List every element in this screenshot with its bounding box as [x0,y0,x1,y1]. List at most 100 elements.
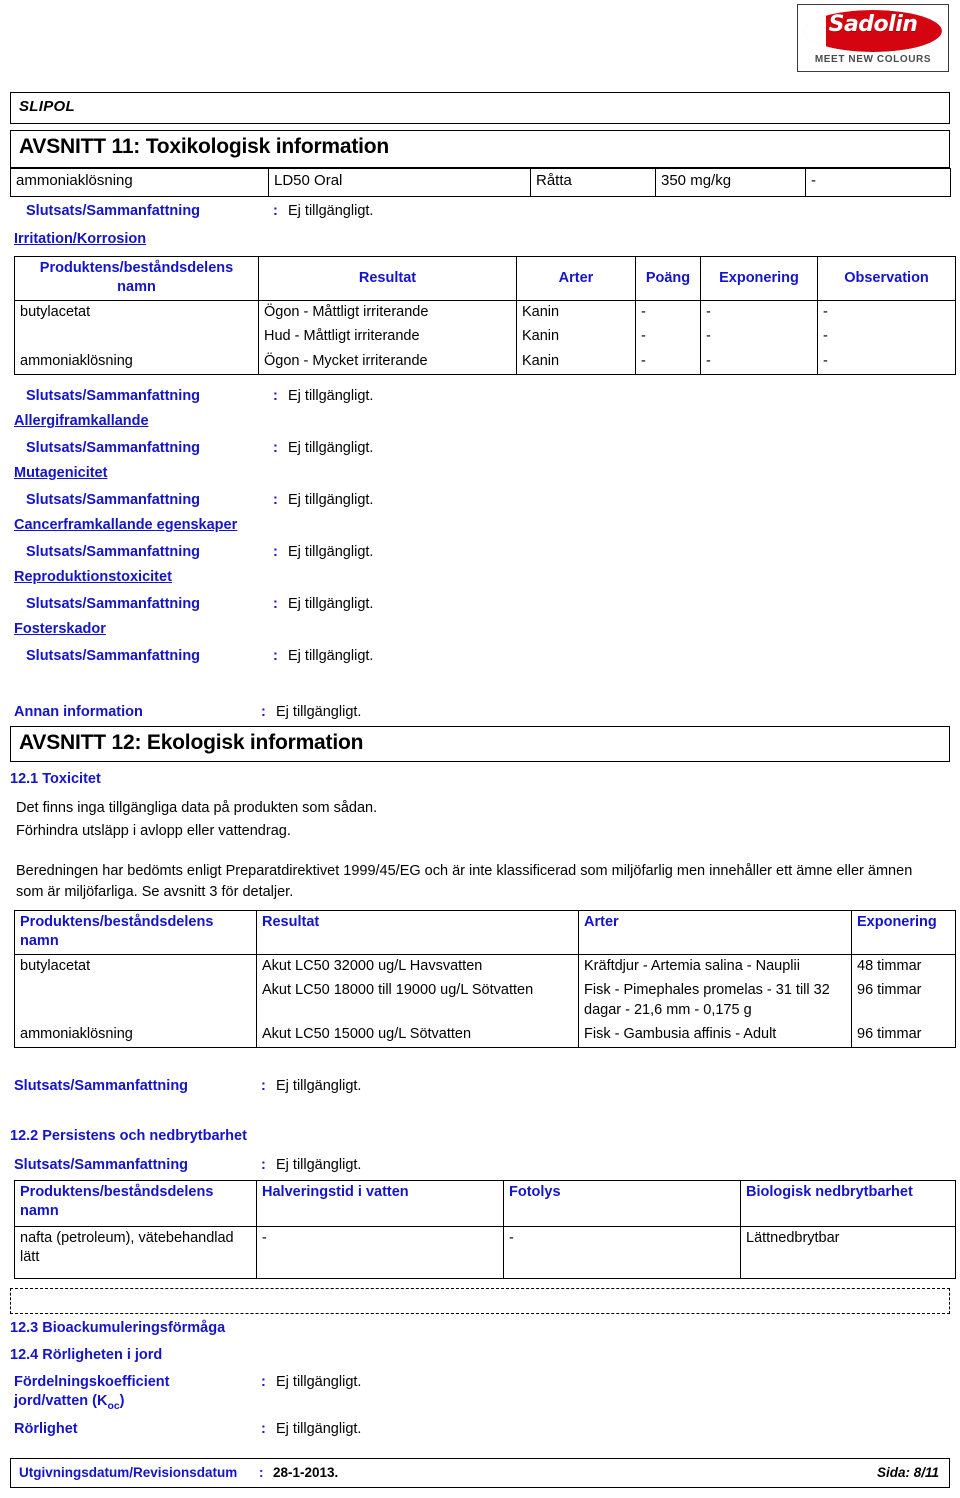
cell-result: LD50 Oral [268,168,531,197]
cell-result: Akut LC50 32000 ug/L Havsvatten [256,954,579,980]
colon-separator: : [273,203,278,219]
cell-component-name: butylacetat [14,954,257,1023]
table-header-row: Produktens/beståndsdelens namn Halvering… [14,1180,956,1227]
issue-revision-date-label: Utgivningsdatum/Revisionsdatum [19,1465,238,1480]
colon-separator: : [261,704,266,720]
colon-separator: : [273,596,278,612]
heading-12-3-bioaccumulation: 12.3 Bioackumuleringsförmåga [10,1320,226,1336]
sds-page: Sadolin MEET NEW COLOURS SLIPOL AVSNITT … [0,0,960,1498]
toxicity-intro-line-1: Det finns inga tillgängliga data på prod… [16,800,378,816]
heading-12-1-toxicity: 12.1 Toxicitet [10,771,101,787]
colon-separator: : [261,1078,266,1094]
conclusion-label: Slutsats/Sammanfattning [26,388,201,404]
product-name: SLIPOL [19,98,75,115]
conclusion-label: Slutsats/Sammanfattning [26,440,201,456]
subheading-sensitisation: Allergiframkallande [14,413,149,429]
header-component-name: Produktens/beståndsdelens namn [14,255,259,302]
conclusion-value: Ej tillgängligt. [288,203,374,219]
cell-exposure: - [700,325,818,350]
header-biodegradability: Biologisk nedbrytbarhet [740,1180,956,1227]
table-row: ammoniaklösning Akut LC50 15000 ug/L Söt… [14,1022,956,1048]
conclusion-value: Ej tillgängligt. [288,544,374,560]
partition-coefficient-label: Fördelningskoefficient jord/vatten (Koc) [14,1373,254,1413]
colon-separator: : [261,1374,266,1390]
ecotoxicity-table: Produktens/beståndsdelens namn Resultat … [14,909,956,1048]
table-row: butylacetat Ögon - Måttligt irriterande … [14,300,956,350]
conclusion-label: Slutsats/Sammanfattning [26,596,201,612]
toxicity-intro-line-2: Förhindra utsläpp i avlopp eller vattend… [16,823,291,839]
header-component-name: Produktens/beståndsdelens namn [14,909,257,956]
cell-species: Fisk - Pimephales promelas - 31 till 32 … [578,979,852,1023]
section-12-title-band: AVSNITT 12: Ekologisk information [10,726,950,762]
conclusion-label: Slutsats/Sammanfattning [14,1078,189,1094]
conclusion-value: Ej tillgängligt. [288,648,374,664]
issue-revision-date-value: 28-1-2013. [273,1465,339,1480]
cell-exposure: 96 timmar [851,1022,956,1048]
conclusion-value: Ej tillgängligt. [276,1157,362,1173]
cell-species: Kanin [516,349,636,375]
subheading-mutagenicity: Mutagenicitet [14,465,108,481]
conclusion-value: Ej tillgängligt. [288,388,374,404]
header-species: Arter [516,255,636,302]
heading-12-2-persistence: 12.2 Persistens och nedbrytbarhet [10,1128,247,1144]
header-photolysis: Fotolys [503,1180,741,1227]
conclusion-value: Ej tillgängligt. [288,596,374,612]
cell-result: Ögon - Måttligt irriterande [258,300,517,326]
colon-separator: : [261,1421,266,1437]
heading-12-4-mobility-in-soil: 12.4 Rörligheten i jord [10,1347,163,1363]
table-row: nafta (petroleum), vätebehandlad lätt - … [14,1226,956,1279]
header-species: Arter [578,909,852,956]
persistence-degradability-table: Produktens/beståndsdelens namn Halvering… [14,1180,956,1279]
subheading-reproductive-toxicity: Reproduktionstoxicitet [14,569,172,585]
cell-observation: - [817,300,956,326]
cell-exposure: 48 timmar [851,954,956,980]
cell-component-name: ammoniaklösning [14,1022,257,1048]
conclusion-value: Ej tillgängligt. [276,1078,362,1094]
cell-component-name: butylacetat [14,300,259,350]
colon-separator: : [259,1465,264,1480]
page-number: Sida: 8/11 [876,1465,939,1480]
conclusion-label: Slutsats/Sammanfattning [14,1157,189,1173]
cell-component-name: ammoniaklösning [14,349,259,375]
cell-result: Ögon - Mycket irriterande [258,349,517,375]
colon-separator: : [273,648,278,664]
colon-separator: : [273,388,278,404]
subheading-carcinogenicity: Cancerframkallande egenskaper [14,517,238,533]
colon-separator: : [261,1157,266,1173]
cell-photolysis: - [503,1226,741,1279]
cell-species: Kanin [516,325,636,350]
partition-coefficient-line-1: Fördelningskoefficient [14,1374,170,1390]
cell-half-life: - [256,1226,504,1279]
cell-exposure: 96 timmar [851,979,956,1023]
acute-toxicity-table: ammoniaklösning LD50 Oral Råtta 350 mg/k… [10,168,951,197]
partition-coefficient-subscript: oc [107,1400,120,1412]
partition-coefficient-line-2b: ) [119,1392,125,1409]
mobility-label: Rörlighet [14,1421,78,1437]
section-11-title: AVSNITT 11: Toxikologisk information [19,135,390,158]
header-exposure: Exponering [700,255,818,302]
other-information-label: Annan information [14,704,143,720]
irritation-table: Produktens/beståndsdelens namn Resultat … [14,255,956,375]
header-observation: Observation [817,255,956,302]
cell-component-name: nafta (petroleum), vätebehandlad lätt [14,1226,257,1279]
mobility-value: Ej tillgängligt. [276,1421,362,1437]
cell-result: Akut LC50 15000 ug/L Sötvatten [256,1022,579,1048]
subheading-irritation-corrosion: Irritation/Korrosion [14,231,147,247]
header-score: Poäng [635,255,701,302]
cell-species: Råtta [530,168,656,197]
cell-exposure: - [700,349,818,375]
header-exposure: Exponering [851,909,956,956]
cell-biodegradability: Lättnedbrytbar [740,1226,956,1279]
table-header-row: Produktens/beståndsdelens namn Resultat … [14,255,956,302]
dashed-spacer-box [10,1288,950,1314]
cell-score: - [635,325,701,350]
page-footer: Utgivningsdatum/Revisionsdatum : 28-1-20… [10,1458,950,1488]
logo-wordmark: Sadolin [828,12,918,37]
conclusion-label: Slutsats/Sammanfattning [26,544,201,560]
partition-coefficient-line-2a: jord/vatten (K [14,1392,108,1409]
cell-score: - [635,300,701,326]
cell-component-name: ammoniaklösning [10,168,269,197]
table-header-row: Produktens/beståndsdelens namn Resultat … [14,909,956,956]
cell-observation: - [817,325,956,350]
logo-tagline: MEET NEW COLOURS [814,54,932,65]
